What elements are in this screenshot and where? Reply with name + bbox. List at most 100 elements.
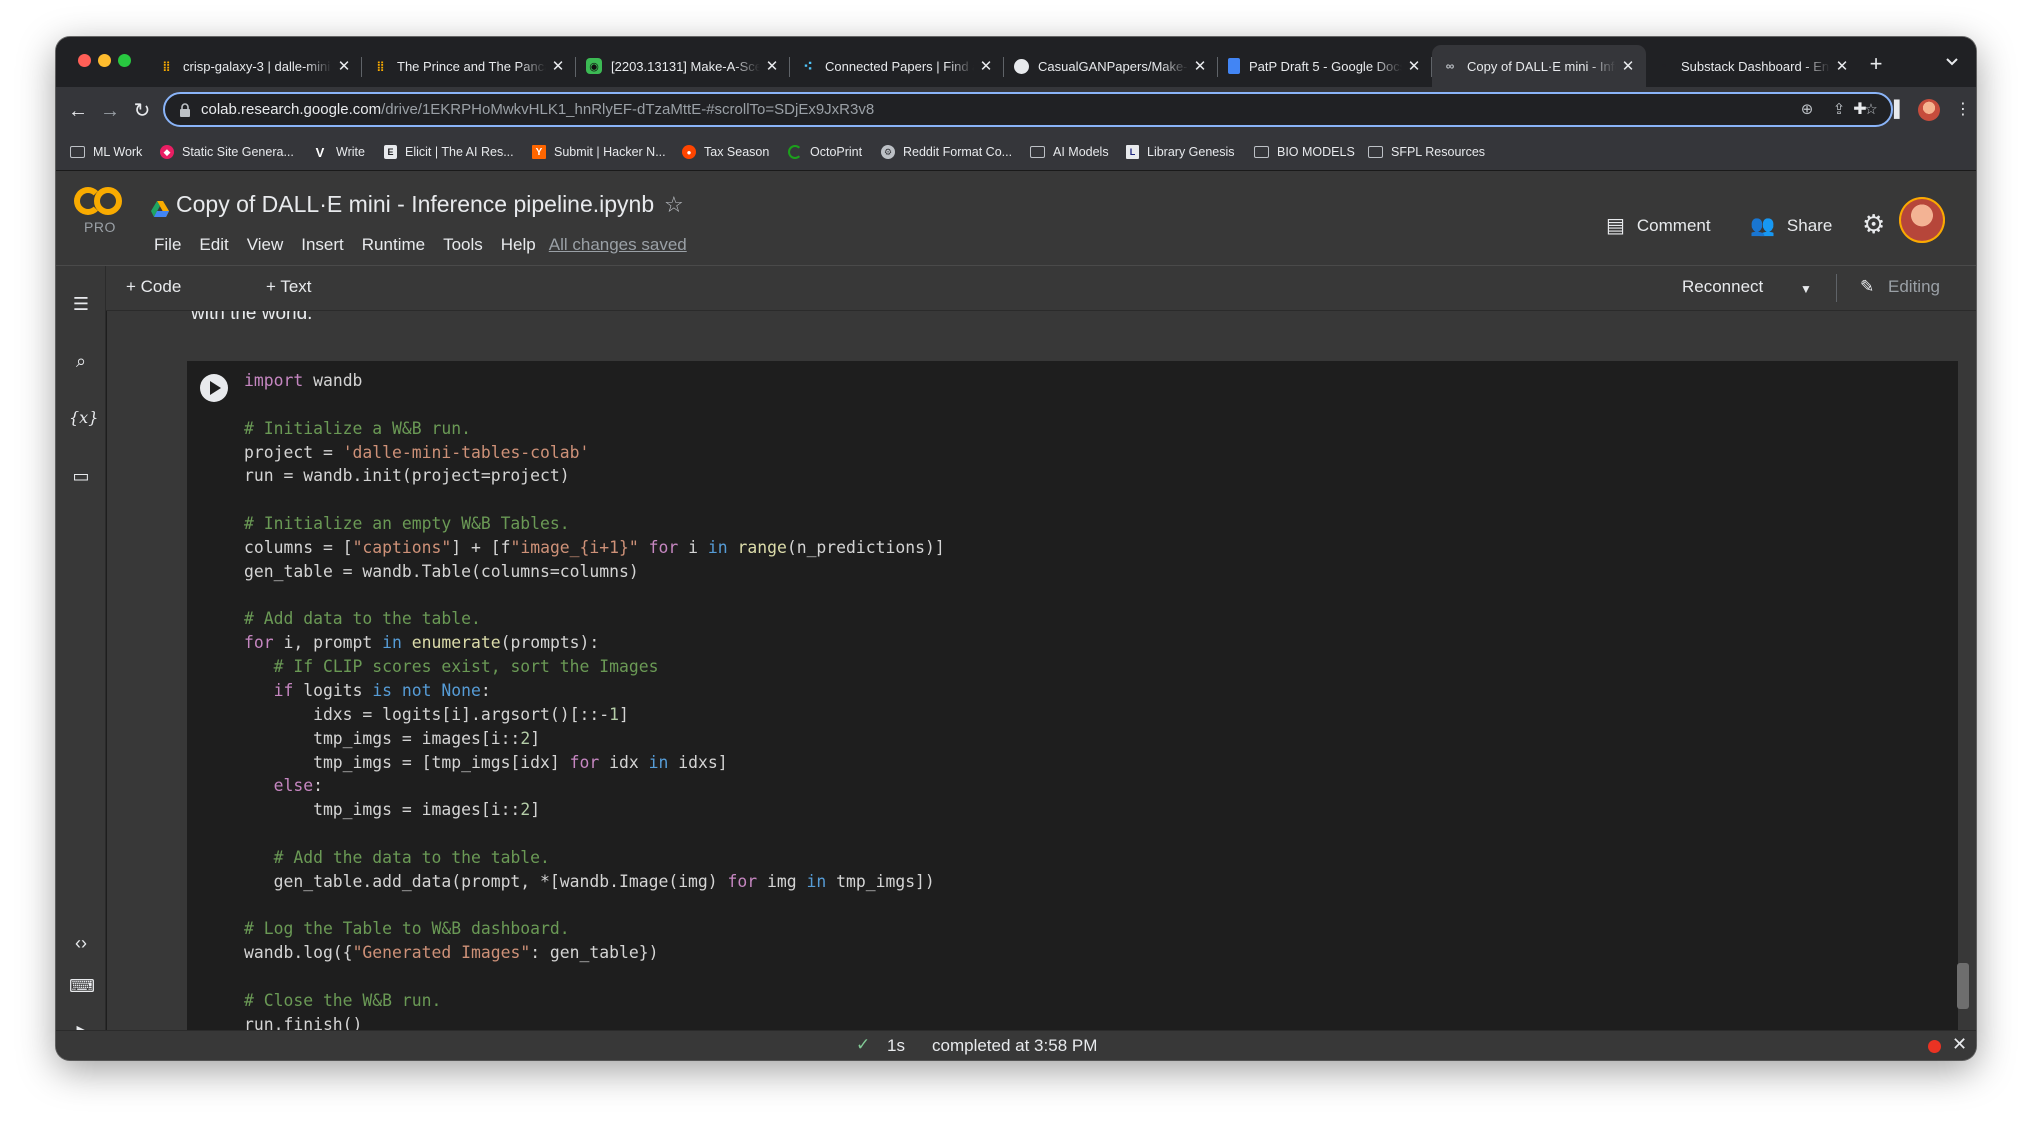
bookmark-hacker-news[interactable]: Y Submit | Hacker N... <box>532 142 666 162</box>
bookmark-octoprint[interactable]: OctoPrint <box>788 142 862 162</box>
minimize-window-button[interactable] <box>98 54 111 67</box>
menu-help[interactable]: Help <box>492 235 545 255</box>
reconnect-button[interactable]: Reconnect <box>1682 277 1763 297</box>
bookmark-ml-work[interactable]: ML Work <box>70 142 142 162</box>
people-icon: 👥 <box>1750 215 1775 237</box>
variables-icon[interactable]: {x} <box>69 406 98 430</box>
new-tab-plus-icon[interactable]: + <box>1864 51 1888 77</box>
tab-wandb-crisp-galaxy[interactable]: ⁞⁞ crisp-galaxy-3 | dalle-mini ✕ <box>148 45 362 87</box>
star-icon[interactable]: ☆ <box>664 192 684 218</box>
maximize-window-button[interactable] <box>118 54 131 67</box>
close-tab-icon[interactable]: ✕ <box>336 57 352 75</box>
bookmark-reddit-format[interactable]: ⚙ Reddit Format Co... <box>881 142 1012 162</box>
close-window-button[interactable] <box>78 54 91 67</box>
url-path: /drive/1EKRPHoMwkvHLK1_hnRlyEF-dTzaMttE-… <box>381 101 875 118</box>
code-token: idxs = logits[i].argsort()[::- <box>244 704 610 724</box>
chevron-down-icon[interactable]: ▼ <box>1800 282 1812 296</box>
bookmark-bio-models[interactable]: BIO MODELS <box>1254 142 1355 162</box>
colab-logo-icon[interactable] <box>74 187 124 215</box>
close-tab-icon[interactable]: ✕ <box>1192 57 1208 75</box>
bookmark-ai-models[interactable]: AI Models <box>1030 142 1109 162</box>
comment-icon: ▤ <box>1606 215 1625 237</box>
reddit-format-icon: ⚙ <box>881 145 895 159</box>
menu-view[interactable]: View <box>238 235 293 255</box>
zoom-icon[interactable]: ⊕ <box>1797 100 1817 120</box>
octoprint-icon <box>788 145 802 159</box>
profile-avatar[interactable] <box>1918 99 1940 121</box>
tab-connected-papers[interactable]: ⁖ Connected Papers | Find and ✕ <box>790 45 1004 87</box>
share-page-icon[interactable]: ⇪ <box>1829 100 1849 120</box>
close-tab-icon[interactable]: ✕ <box>764 57 780 75</box>
bookmark-write[interactable]: V Write <box>312 142 365 162</box>
menu-insert[interactable]: Insert <box>292 235 353 255</box>
google-drive-icon[interactable] <box>151 201 169 217</box>
bookmark-library-genesis[interactable]: L Library Genesis <box>1126 142 1235 162</box>
add-code-button[interactable]: + Code <box>126 277 181 297</box>
reload-icon[interactable]: ↻ <box>130 99 154 123</box>
bookmark-static-site[interactable]: ◆ Static Site Genera... <box>160 142 294 162</box>
command-palette-icon[interactable]: ⌨ <box>69 974 95 998</box>
close-tab-icon[interactable]: ✕ <box>1834 57 1850 75</box>
comment-button[interactable]: ▤ Comment <box>1606 213 1711 238</box>
tab-colab-active[interactable]: ∞ Copy of DALL·E mini - Inference ✕ <box>1432 45 1646 87</box>
bookmark-elicit[interactable]: E Elicit | The AI Res... <box>384 142 514 162</box>
code-line: if logits is not None: <box>244 679 945 703</box>
save-status[interactable]: All changes saved <box>549 235 687 255</box>
close-tab-icon[interactable]: ✕ <box>978 57 994 75</box>
code-token: is not <box>372 680 432 700</box>
tab-substack[interactable]: ▪ Substack Dashboard - English ✕ <box>1646 45 1860 87</box>
code-token: # Initialize an empty W&B Tables. <box>244 514 570 534</box>
folder-icon <box>1254 146 1269 158</box>
tab-title: Connected Papers | Find and <box>825 58 974 74</box>
extensions-puzzle-icon[interactable]: ✚ <box>1849 99 1871 121</box>
search-icon[interactable]: ⌕ <box>69 349 93 373</box>
menu-runtime[interactable]: Runtime <box>353 235 434 255</box>
back-arrow-icon[interactable]: ← <box>66 99 90 123</box>
table-of-contents-icon[interactable]: ☰ <box>69 292 93 316</box>
colab-pro-label: PRO <box>84 219 116 235</box>
scrollbar[interactable] <box>1957 963 1969 1009</box>
tab-prince-pancake[interactable]: ⁞⁞ The Prince and The Pancake ✕ <box>362 45 576 87</box>
editing-mode-button[interactable]: Editing <box>1888 277 1940 297</box>
tab-google-docs[interactable]: PatP Draft 5 - Google Docs ✕ <box>1218 45 1432 87</box>
code-line: # Close the W&B run. <box>244 989 945 1013</box>
bookmark-sfpl-resources[interactable]: SFPL Resources <box>1368 142 1485 162</box>
close-tab-icon[interactable]: ✕ <box>550 57 566 75</box>
code-snippets-icon[interactable]: ‹› <box>69 931 93 955</box>
close-tab-icon[interactable]: ✕ <box>1620 57 1636 75</box>
bookmarks-bar: ML Work ◆ Static Site Genera... V Write EE… <box>56 134 1976 171</box>
chevron-down-icon[interactable] <box>1944 51 1960 71</box>
bookmark-tax-season[interactable]: ● Tax Season <box>682 142 769 162</box>
code-token: tmp_imgs = [tmp_imgs[idx] <box>244 752 570 772</box>
menu-edit[interactable]: Edit <box>190 235 237 255</box>
side-panel-icon[interactable]: ▐ <box>1883 99 1905 121</box>
hn-icon: Y <box>532 145 546 159</box>
address-bar[interactable]: colab.research.google.com/drive/1EKRPHoM… <box>163 92 1893 127</box>
code-cell[interactable]: import wandb # Initialize a W&B run. proj… <box>187 361 1958 1030</box>
share-button[interactable]: 👥 Share <box>1750 213 1832 238</box>
menu-tools[interactable]: Tools <box>434 235 492 255</box>
code-editor[interactable]: import wandb # Initialize a W&B run. proj… <box>244 369 945 1030</box>
avatar[interactable] <box>1899 197 1945 243</box>
notebook-title[interactable]: Copy of DALL·E mini - Inference pipeline… <box>176 191 654 218</box>
code-token: idx <box>599 752 649 772</box>
tab-arxiv-make-a-scene[interactable]: ◉ [2203.13131] Make-A-Scene ✕ <box>576 45 790 87</box>
add-text-button[interactable]: + Text <box>266 277 312 297</box>
gear-icon[interactable]: ⚙ <box>1862 209 1885 240</box>
run-cell-button[interactable] <box>200 374 228 402</box>
menu-file[interactable]: File <box>145 235 190 255</box>
close-icon[interactable]: ✕ <box>1952 1034 1967 1055</box>
code-line: else: <box>244 774 945 798</box>
lock-icon[interactable] <box>179 102 191 117</box>
execution-status: completed at 3:58 PM <box>932 1036 1098 1055</box>
close-tab-icon[interactable]: ✕ <box>1406 57 1422 75</box>
tab-github-make-a-scene[interactable]: CasualGANPapers/Make-A-Scene ✕ <box>1004 45 1218 87</box>
code-line: import wandb <box>244 369 945 393</box>
folder-icon[interactable]: ▭ <box>69 464 93 488</box>
kebab-menu-icon[interactable]: ⋮ <box>1952 99 1974 121</box>
forward-arrow-icon[interactable]: → <box>98 99 122 123</box>
